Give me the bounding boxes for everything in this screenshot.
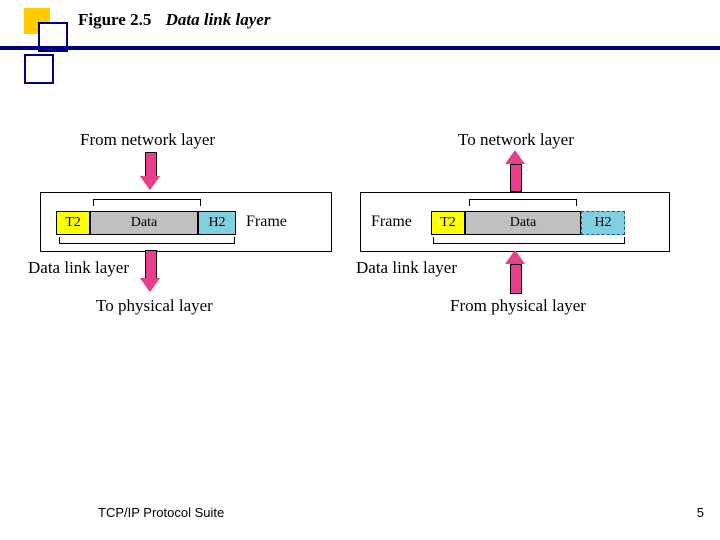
footer-text: TCP/IP Protocol Suite [98,505,224,520]
left-bottom-label: To physical layer [96,296,213,316]
right-seg-d: Data [465,211,581,235]
figure-number: Figure 2.5 [78,10,151,29]
left-seg-t: T2 [56,211,90,235]
figure-heading: Figure 2.5 Data link layer [78,10,270,30]
right-seg-t: T2 [431,211,465,235]
left-seg-h: H2 [198,211,236,235]
arrow-down-icon [140,250,160,292]
right-frame-word: Frame [371,213,412,231]
bracket-top-icon [93,199,201,206]
right-bottom-label: From physical layer [450,296,586,316]
header-rule [0,46,720,50]
arrow-up-icon [505,250,525,292]
right-layer-label: Data link layer [356,258,457,278]
bracket-bottom-icon [59,237,235,244]
right-seg-h: H2 [581,211,625,235]
left-frame-box: T2 Data H2 Frame [40,192,332,252]
page-number: 5 [697,505,704,520]
figure-title: Data link layer [166,10,271,29]
left-frame-word: Frame [246,213,287,231]
arrow-down-icon [140,152,160,190]
left-seg-d: Data [90,211,198,235]
bracket-top-icon [469,199,577,206]
right-frame-box: Frame T2 Data H2 [360,192,670,252]
left-layer-label: Data link layer [28,258,129,278]
right-top-label: To network layer [458,130,574,150]
arrow-up-icon [505,150,525,190]
left-top-label: From network layer [80,130,215,150]
bracket-bottom-icon [433,237,625,244]
